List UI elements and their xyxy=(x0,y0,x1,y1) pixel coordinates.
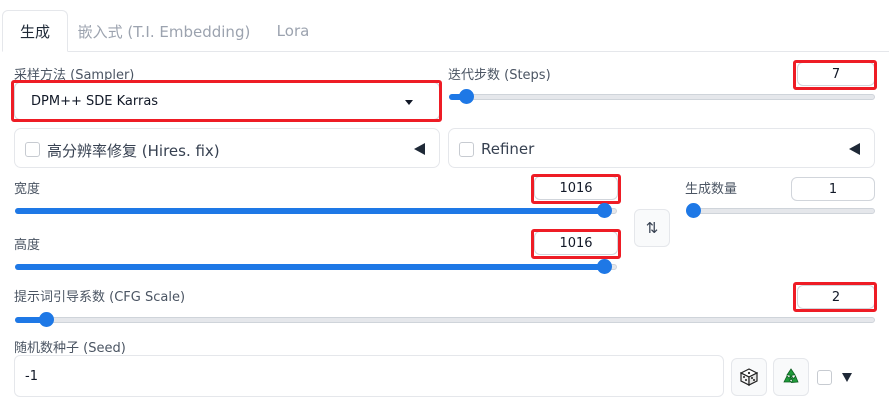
expand-triangle-icon[interactable] xyxy=(842,373,852,382)
batch-count-label: 生成数量 xyxy=(685,182,738,197)
swap-dimensions-button[interactable]: ⇅ xyxy=(634,209,670,247)
slider-track xyxy=(686,208,875,214)
extra-seed-checkbox[interactable] xyxy=(817,370,832,385)
seed-input[interactable]: -1 xyxy=(14,355,724,397)
sampler-dropdown[interactable]: DPM++ SDE Karras xyxy=(14,82,440,120)
steps-input[interactable]: 7 xyxy=(797,62,875,86)
slider-thumb[interactable] xyxy=(597,259,612,274)
collapse-triangle-icon[interactable] xyxy=(414,143,425,155)
random-seed-button[interactable] xyxy=(731,358,767,396)
seed-label: 随机数种子 (Seed) xyxy=(14,341,126,356)
hires-fix-accordion[interactable]: 高分辨率修复 (Hires. fix) xyxy=(14,128,440,168)
refiner-checkbox[interactable] xyxy=(459,142,474,157)
hires-fix-label: 高分辨率修复 (Hires. fix) xyxy=(47,142,220,160)
collapse-triangle-icon[interactable] xyxy=(849,143,860,155)
batch-count-slider[interactable] xyxy=(686,203,875,219)
hires-fix-checkbox[interactable] xyxy=(25,142,40,157)
cfg-scale-input[interactable]: 2 xyxy=(797,285,875,309)
tab-bar: 生成 嵌入式 (T.I. Embedding) Lora xyxy=(0,0,889,52)
cfg-scale-slider[interactable] xyxy=(15,312,875,328)
seed-value: -1 xyxy=(25,369,38,384)
slider-track xyxy=(449,94,875,100)
height-label: 高度 xyxy=(14,238,41,253)
chevron-down-icon xyxy=(405,100,413,105)
steps-label: 迭代步数 (Steps) xyxy=(448,68,551,83)
slider-thumb[interactable] xyxy=(39,312,54,327)
width-label: 宽度 xyxy=(14,182,41,197)
cfg-scale-label: 提示词引导系数 (CFG Scale) xyxy=(14,290,186,305)
sampler-value: DPM++ SDE Karras xyxy=(31,94,159,109)
width-slider[interactable] xyxy=(15,203,617,219)
tab-embedding[interactable]: 嵌入式 (T.I. Embedding) xyxy=(74,10,254,52)
slider-thumb[interactable] xyxy=(686,203,701,218)
dice-icon xyxy=(740,368,758,386)
steps-slider[interactable] xyxy=(449,89,875,105)
height-input[interactable]: 1016 xyxy=(534,231,618,255)
tab-generate[interactable]: 生成 xyxy=(2,10,68,52)
tab-lora[interactable]: Lora xyxy=(264,10,322,52)
refiner-label: Refiner xyxy=(481,140,535,158)
slider-track xyxy=(15,317,875,323)
refiner-accordion[interactable]: Refiner xyxy=(448,128,875,168)
swap-vertical-arrows-icon: ⇅ xyxy=(645,219,659,237)
slider-thumb[interactable] xyxy=(459,89,474,104)
slider-thumb[interactable] xyxy=(597,203,612,218)
width-input[interactable]: 1016 xyxy=(534,176,618,200)
height-slider[interactable] xyxy=(15,259,617,275)
slider-fill xyxy=(15,208,604,214)
reuse-seed-button[interactable] xyxy=(773,358,809,396)
sampler-label: 采样方法 (Sampler) xyxy=(14,68,135,83)
recycle-icon xyxy=(783,368,799,383)
slider-fill xyxy=(15,264,604,270)
batch-count-input[interactable]: 1 xyxy=(791,177,875,201)
